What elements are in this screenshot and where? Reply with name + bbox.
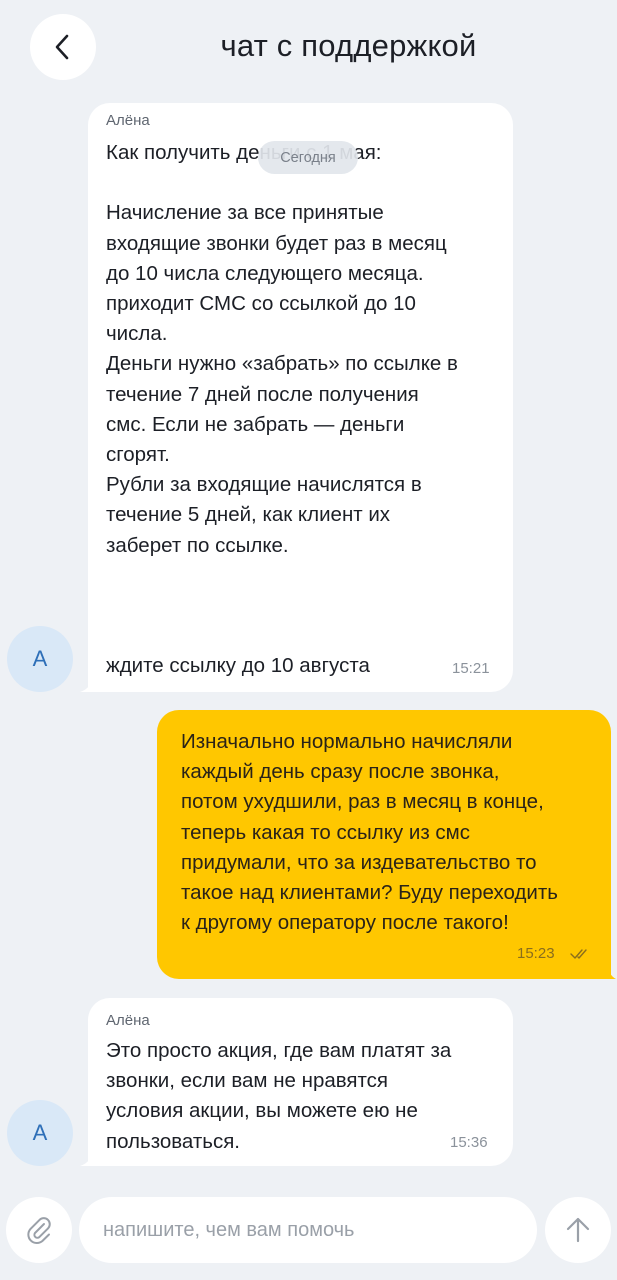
message-text: Изначально нормально начисляли каждый де… [181, 730, 558, 935]
attach-button[interactable] [6, 1197, 72, 1263]
bubble-tail [80, 1150, 100, 1166]
message-text: Как получить деньги с 1 мая: Начисление … [106, 141, 458, 678]
page-title: чат с поддержкой [0, 28, 617, 64]
message-bubble-incoming[interactable]: Алёна Это просто акция, где вам платят з… [88, 998, 513, 1166]
bubble-tail [80, 676, 100, 692]
bubble-tail [602, 963, 616, 979]
chat-header: чат с поддержкой [0, 0, 617, 96]
message-time: 15:21 [452, 660, 490, 677]
message-time: 15:23 [517, 945, 555, 962]
paperclip-icon [27, 1217, 51, 1245]
message-sender: Алёна [106, 1012, 150, 1029]
message-bubble-outgoing[interactable]: Изначально нормально начисляли каждый де… [157, 710, 611, 979]
avatar: А [7, 1100, 73, 1166]
message-bubble-incoming[interactable]: Алёна Как получить деньги с 1 мая: Начис… [88, 103, 513, 692]
message-sender: Алёна [106, 112, 150, 129]
message-input[interactable] [79, 1197, 537, 1263]
date-separator: Сегодня [258, 141, 358, 174]
avatar: А [7, 626, 73, 692]
page-title-text: чат с поддержкой [220, 28, 477, 63]
arrow-up-icon [566, 1217, 590, 1243]
message-text: Это просто акция, где вам платят за звон… [106, 1039, 452, 1153]
double-check-icon [570, 949, 587, 959]
send-button[interactable] [545, 1197, 611, 1263]
message-time: 15:36 [450, 1134, 488, 1151]
